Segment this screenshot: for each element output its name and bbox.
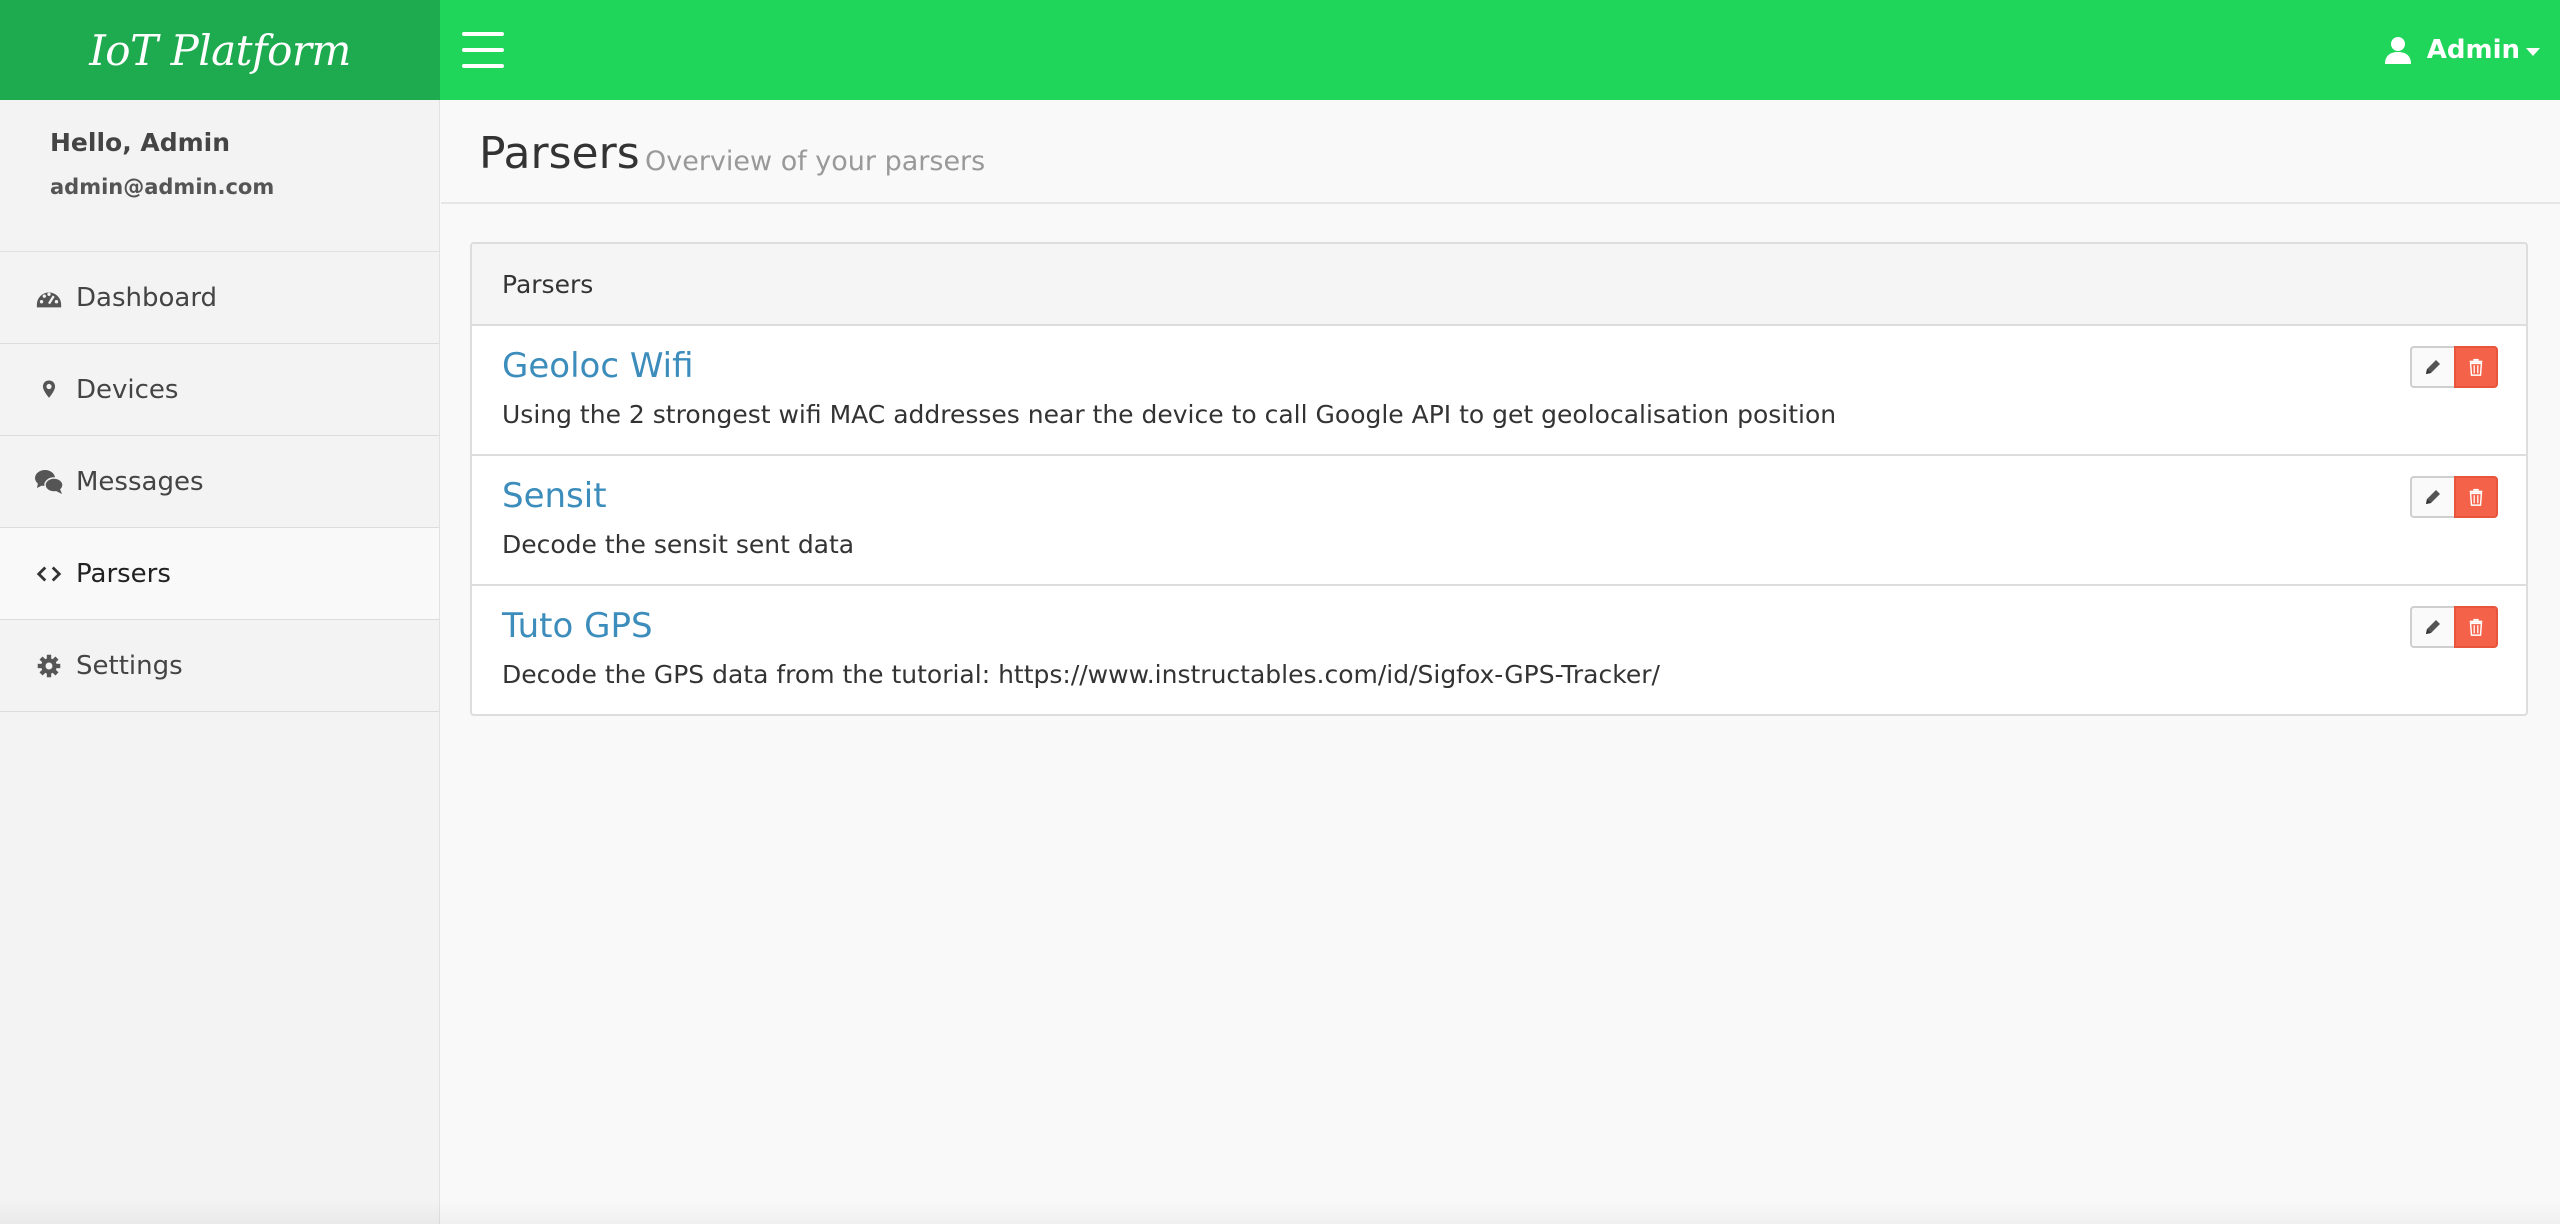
edit-button[interactable] <box>2410 346 2454 388</box>
sidebar-item-label: Messages <box>76 466 204 497</box>
delete-button[interactable] <box>2454 606 2498 648</box>
user-menu-dropdown[interactable]: Admin <box>2383 0 2540 100</box>
user-greeting: Hello, Admin <box>50 128 231 157</box>
sidebar: Hello, Admin admin@admin.com Dashboard D… <box>0 100 440 1224</box>
pencil-icon <box>2426 620 2440 634</box>
parsers-panel: Parsers Geoloc Wifi Using the 2 stronges… <box>470 242 2528 716</box>
pencil-icon <box>2426 490 2440 504</box>
sidebar-item-dashboard[interactable]: Dashboard <box>0 252 439 344</box>
list-item: Geoloc Wifi Using the 2 strongest wifi M… <box>472 326 2526 456</box>
list-item: Tuto GPS Decode the GPS data from the tu… <box>472 586 2526 714</box>
row-actions <box>2410 606 2498 648</box>
parser-description: Decode the sensit sent data <box>502 530 855 559</box>
trash-icon <box>2469 358 2483 376</box>
edit-button[interactable] <box>2410 606 2454 648</box>
hamburger-line <box>462 32 504 36</box>
sidebar-user-panel: Hello, Admin admin@admin.com <box>0 100 439 252</box>
brand-title: IoT Platform <box>89 25 351 75</box>
content-header: Parsers Overview of your parsers <box>441 100 2560 204</box>
parser-title-link[interactable]: Geoloc Wifi <box>502 346 694 386</box>
sidebar-item-label: Dashboard <box>76 282 218 313</box>
hamburger-line <box>462 48 504 52</box>
page-subtitle: Overview of your parsers <box>645 146 986 177</box>
sidebar-item-settings[interactable]: Settings <box>0 620 439 712</box>
user-icon <box>2384 37 2411 64</box>
parser-description: Using the 2 strongest wifi MAC addresses… <box>502 400 1837 429</box>
dashboard-icon <box>34 283 64 313</box>
panel-heading: Parsers <box>472 244 2526 326</box>
row-actions <box>2410 476 2498 518</box>
parser-title-link[interactable]: Tuto GPS <box>502 606 653 646</box>
page-bottom-shadow <box>0 1200 2560 1224</box>
chat-icon <box>34 467 64 497</box>
top-navbar: IoT Platform Admin <box>0 0 2560 100</box>
row-actions <box>2410 346 2498 388</box>
edit-button[interactable] <box>2410 476 2454 518</box>
sidebar-toggle-button[interactable] <box>460 30 506 70</box>
gear-icon <box>34 651 64 681</box>
trash-icon <box>2469 488 2483 506</box>
hamburger-line <box>462 64 504 68</box>
brand-logo[interactable]: IoT Platform <box>0 0 440 100</box>
delete-button[interactable] <box>2454 476 2498 518</box>
map-marker-icon <box>34 375 64 405</box>
sidebar-item-label: Settings <box>76 650 183 681</box>
parser-description: Decode the GPS data from the tutorial: h… <box>502 660 1660 689</box>
sidebar-item-messages[interactable]: Messages <box>0 436 439 528</box>
delete-button[interactable] <box>2454 346 2498 388</box>
sidebar-item-devices[interactable]: Devices <box>0 344 439 436</box>
sidebar-item-parsers[interactable]: Parsers <box>0 528 439 620</box>
list-item: Sensit Decode the sensit sent data <box>472 456 2526 586</box>
user-email: admin@admin.com <box>50 175 275 199</box>
sidebar-item-label: Devices <box>76 374 179 405</box>
page-title: Parsers <box>479 128 640 179</box>
trash-icon <box>2469 618 2483 636</box>
sidebar-item-label: Parsers <box>76 558 171 589</box>
code-icon <box>34 559 64 589</box>
caret-down-icon <box>2526 48 2540 56</box>
user-name: Admin <box>2426 35 2520 65</box>
pencil-icon <box>2426 360 2440 374</box>
parser-title-link[interactable]: Sensit <box>502 476 607 516</box>
